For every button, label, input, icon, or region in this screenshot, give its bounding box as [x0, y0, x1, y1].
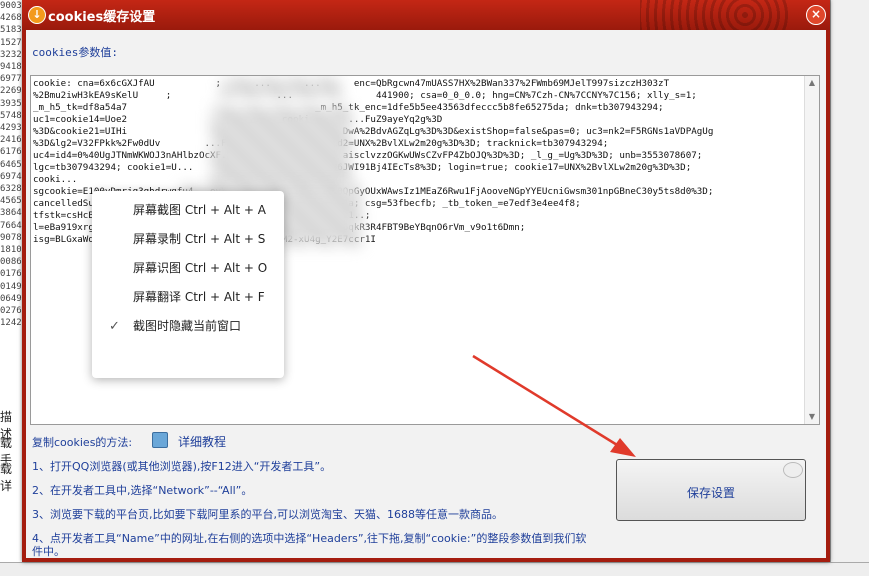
annotation-arrow: [472, 354, 636, 457]
arrow-shaft: [472, 354, 623, 450]
arrow-head: [610, 438, 636, 457]
